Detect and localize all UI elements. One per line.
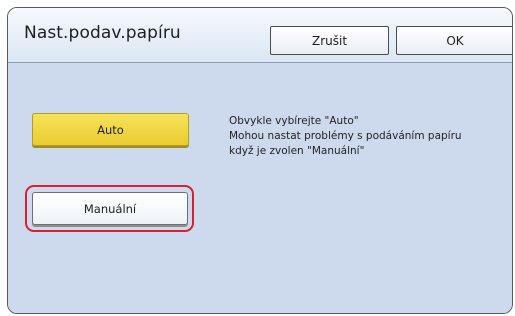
dialog-window: Nast.podav.papíru Zrušit OK Auto Manuáln… [7, 7, 513, 314]
dialog-body: Auto Manuální Obvykle vybírejte "Auto" M… [8, 63, 512, 313]
info-line: Mohou nastat problémy s podáváním papíru [229, 130, 462, 142]
cancel-button[interactable]: Zrušit [270, 26, 389, 55]
dialog-title: Nast.podav.papíru [24, 23, 181, 43]
info-line: Obvykle vybírejte "Auto" [229, 115, 359, 127]
auto-button[interactable]: Auto [32, 113, 189, 146]
ok-button[interactable]: OK [396, 26, 512, 55]
dialog-header: Nast.podav.papíru Zrušit OK [8, 8, 512, 63]
manual-button[interactable]: Manuální [32, 192, 188, 225]
info-line: když je zvolen "Manuální" [229, 145, 365, 157]
info-text: Obvykle vybírejte "Auto" Mohou nastat pr… [229, 114, 499, 159]
